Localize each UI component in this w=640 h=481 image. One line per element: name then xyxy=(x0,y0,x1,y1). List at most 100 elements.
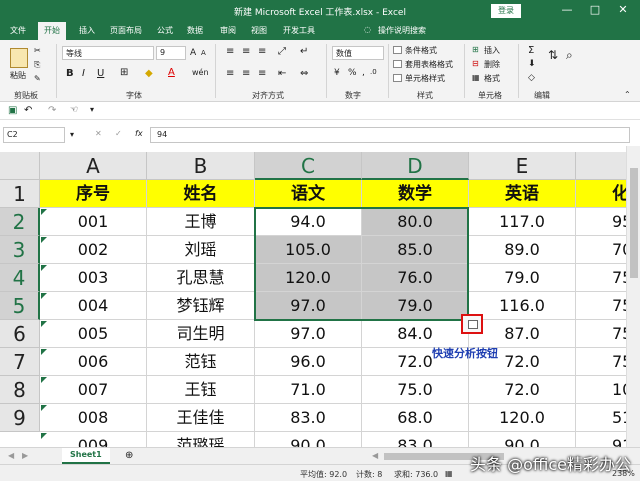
cell-name[interactable]: 司生明 xyxy=(147,320,255,348)
cell-math[interactable]: 79.0 xyxy=(362,292,469,320)
autosum-icon[interactable]: Σ xyxy=(528,45,534,56)
column-header-f[interactable] xyxy=(576,152,626,180)
font-color-icon[interactable]: A xyxy=(168,67,175,78)
cell-chinese[interactable]: 83.0 xyxy=(255,404,362,432)
copy-icon[interactable]: ⎘ xyxy=(34,60,40,70)
error-indicator-icon[interactable] xyxy=(41,405,47,411)
next-sheet-icon[interactable]: ▶ xyxy=(22,451,28,460)
align-right-icon[interactable]: ≡ xyxy=(258,68,266,79)
cell-chinese[interactable]: 97.0 xyxy=(255,320,362,348)
conditional-format-button[interactable]: 条件格式 xyxy=(405,45,437,56)
cell-chemistry[interactable]: 75 xyxy=(576,292,626,320)
tab-file[interactable]: 文件 xyxy=(10,25,26,36)
decimal-icon[interactable]: .0 xyxy=(370,68,377,76)
tab-developer[interactable]: 开发工具 xyxy=(283,25,315,36)
tab-formulas[interactable]: 公式 xyxy=(157,25,173,36)
cell-english[interactable]: 87.0 xyxy=(469,320,576,348)
error-indicator-icon[interactable] xyxy=(41,265,47,271)
cell-math[interactable]: 75.0 xyxy=(362,376,469,404)
cell-math[interactable]: 76.0 xyxy=(362,264,469,292)
row-header[interactable]: 5 xyxy=(0,292,40,320)
column-header-e[interactable]: E xyxy=(469,152,576,180)
percent-icon[interactable]: % xyxy=(348,68,357,78)
cell-id[interactable]: 007 xyxy=(40,376,147,404)
cell-chemistry[interactable]: 75 xyxy=(576,348,626,376)
cell-english[interactable]: 90.0 xyxy=(469,432,576,447)
quick-analysis-button[interactable] xyxy=(461,314,483,334)
align-left-icon[interactable]: ≡ xyxy=(226,68,234,79)
underline-icon[interactable]: U xyxy=(97,68,104,79)
cell-name[interactable]: 王钰 xyxy=(147,376,255,404)
cell-chinese[interactable]: 97.0 xyxy=(255,292,362,320)
cell-id[interactable]: 008 xyxy=(40,404,147,432)
header-cell-chemistry[interactable]: 化 xyxy=(576,180,626,208)
save-icon[interactable]: ▣ xyxy=(8,105,17,116)
align-top-icon[interactable]: ≡ xyxy=(226,46,234,57)
redo-icon[interactable]: ↷ xyxy=(48,105,56,116)
cell-name[interactable]: 王佳佳 xyxy=(147,404,255,432)
borders-icon[interactable]: ⊞ xyxy=(120,67,128,78)
cell-chinese[interactable]: 90.0 xyxy=(255,432,362,447)
cell-id[interactable]: 006 xyxy=(40,348,147,376)
clear-icon[interactable]: ◇ xyxy=(528,73,535,83)
merge-center-icon[interactable]: ⇔ xyxy=(300,68,308,79)
comma-icon[interactable]: , xyxy=(362,68,365,78)
cell-math[interactable]: 83.0 xyxy=(362,432,469,447)
vertical-scrollbar[interactable] xyxy=(626,146,640,447)
select-all-corner[interactable] xyxy=(0,152,40,180)
row-header[interactable]: 2 xyxy=(0,208,40,236)
shrink-font-icon[interactable]: A xyxy=(201,49,206,57)
cell-chemistry[interactable]: 100 xyxy=(576,376,626,404)
cell-english[interactable]: 89.0 xyxy=(469,236,576,264)
close-button[interactable]: ✕ xyxy=(613,2,633,18)
align-middle-icon[interactable]: ≡ xyxy=(242,46,250,57)
accounting-icon[interactable]: ¥ xyxy=(334,68,340,78)
cut-icon[interactable]: ✂ xyxy=(34,46,41,55)
cell-english[interactable]: 116.0 xyxy=(469,292,576,320)
error-indicator-icon[interactable] xyxy=(41,377,47,383)
name-box-dropdown-icon[interactable]: ▾ xyxy=(70,130,74,139)
italic-icon[interactable]: I xyxy=(82,68,85,79)
row-header[interactable]: 8 xyxy=(0,376,40,404)
cell-name[interactable]: 范钰 xyxy=(147,348,255,376)
row-header[interactable]: 4 xyxy=(0,264,40,292)
undo-icon[interactable]: ↶ xyxy=(24,105,32,116)
tab-home[interactable]: 开始 xyxy=(38,22,66,40)
cell-chemistry[interactable]: 75 xyxy=(576,320,626,348)
insert-cells-button[interactable]: 插入 xyxy=(484,45,500,56)
align-bottom-icon[interactable]: ≡ xyxy=(258,46,266,57)
tab-data[interactable]: 数据 xyxy=(187,25,203,36)
cell-name[interactable]: 王博 xyxy=(147,208,255,236)
cell-math[interactable]: 84.0 xyxy=(362,320,469,348)
header-cell-english[interactable]: 英语 xyxy=(469,180,576,208)
cell-chemistry[interactable]: 70 xyxy=(576,236,626,264)
cell-math[interactable]: 80.0 xyxy=(362,208,469,236)
formula-input[interactable]: 94 xyxy=(150,127,630,143)
paste-button[interactable]: 粘贴 xyxy=(10,70,26,81)
cell-english[interactable]: 117.0 xyxy=(469,208,576,236)
row-header[interactable]: 6 xyxy=(0,320,40,348)
login-button[interactable]: 登录 xyxy=(491,4,521,18)
error-indicator-icon[interactable] xyxy=(41,237,47,243)
find-select-icon[interactable]: ⌕ xyxy=(566,48,573,63)
phonetic-icon[interactable]: wén xyxy=(192,68,209,77)
tab-insert[interactable]: 插入 xyxy=(79,25,95,36)
cell-english[interactable]: 72.0 xyxy=(469,376,576,404)
tab-view[interactable]: 视图 xyxy=(251,25,267,36)
cell-math[interactable]: 68.0 xyxy=(362,404,469,432)
worksheet-grid[interactable]: A B C D E 1 2 3 4 5 6 7 8 9 序号 姓名 语文 数学 … xyxy=(0,152,626,447)
cell-id[interactable]: 003 xyxy=(40,264,147,292)
column-header-b[interactable]: B xyxy=(147,152,255,180)
cell-chemistry[interactable]: 51 xyxy=(576,404,626,432)
error-indicator-icon[interactable] xyxy=(41,293,47,299)
cell-english[interactable]: 120.0 xyxy=(469,404,576,432)
vertical-scroll-thumb[interactable] xyxy=(630,168,638,278)
number-format-select[interactable]: 数值 xyxy=(332,46,384,60)
wrap-text-icon[interactable]: ↵ xyxy=(300,46,308,57)
cell-id[interactable]: 002 xyxy=(40,236,147,264)
error-indicator-icon[interactable] xyxy=(41,349,47,355)
enter-icon[interactable]: ✓ xyxy=(115,129,122,138)
fill-color-icon[interactable]: ◆ xyxy=(145,68,153,79)
cell-id[interactable]: 004 xyxy=(40,292,147,320)
cell-name[interactable]: 孔思慧 xyxy=(147,264,255,292)
